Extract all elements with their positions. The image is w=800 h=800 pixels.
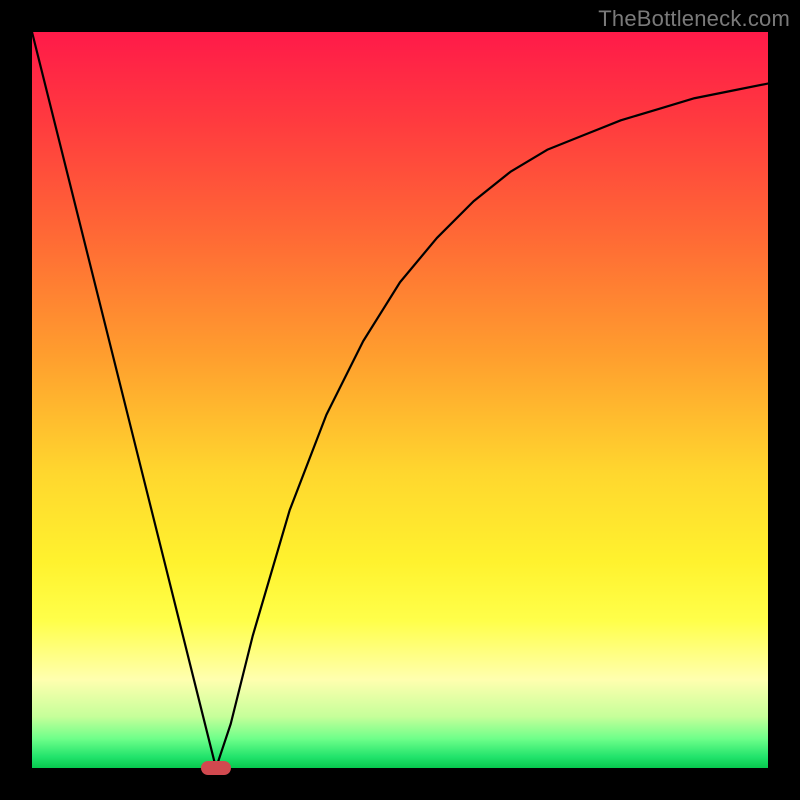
bottleneck-curve: [32, 32, 768, 768]
watermark-text: TheBottleneck.com: [598, 6, 790, 32]
plot-area: [32, 32, 768, 768]
chart-frame: TheBottleneck.com: [0, 0, 800, 800]
optimal-marker: [201, 761, 231, 775]
